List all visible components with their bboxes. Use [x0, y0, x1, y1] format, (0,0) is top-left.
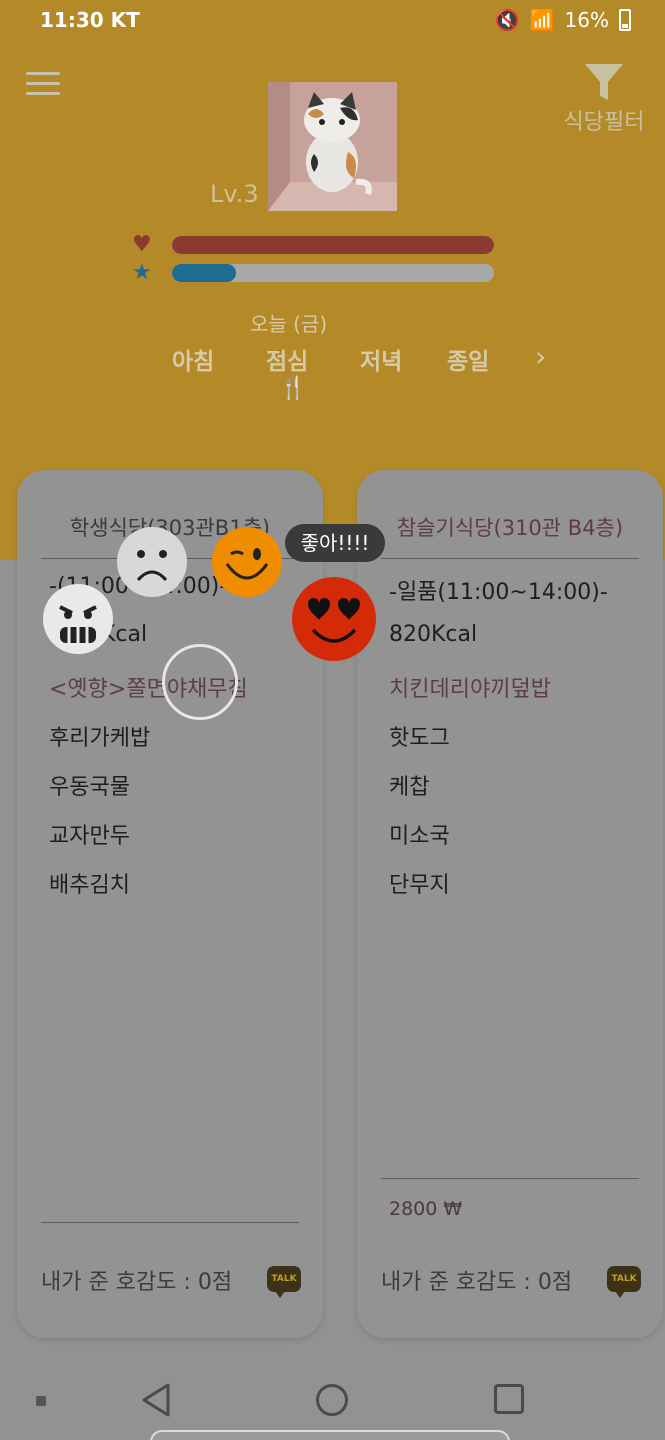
menu-item: 교자만두	[49, 824, 130, 849]
tab-lunch[interactable]: 점심	[266, 342, 308, 376]
battery-percent: 16%	[564, 8, 609, 32]
status-bar: 11:30 KT 🔇 📶 16%	[0, 0, 665, 44]
experience-track	[172, 264, 494, 282]
signal-icon: 📶	[529, 8, 555, 32]
divider	[381, 558, 639, 559]
divider	[381, 1178, 639, 1179]
status-time: 11:30 KT	[40, 8, 140, 32]
affection-bar: ♥	[132, 234, 502, 256]
reaction-bubble: 좋아!!!!	[285, 524, 385, 562]
kakao-talk-share-button[interactable]: TALK	[267, 1266, 301, 1298]
cafeteria-card-chamseulgi[interactable]: 참슬기식당(310관 B4층) -일품(11:00~14:00)- 820Kca…	[357, 470, 663, 1338]
home-icon[interactable]	[316, 1384, 348, 1416]
menu-item: 단무지	[389, 873, 450, 898]
cat-illustration	[268, 82, 397, 211]
system-nav-bar	[0, 1360, 665, 1440]
tab-breakfast[interactable]: 아침	[172, 342, 214, 376]
heart-eyes-face-icon[interactable]	[291, 576, 377, 662]
sad-face-icon[interactable]	[116, 526, 188, 598]
star-icon: ★	[132, 260, 152, 285]
divider	[41, 1222, 299, 1223]
tab-all-day[interactable]: 종일	[447, 342, 489, 376]
menu-item: 미소국	[389, 824, 450, 849]
filter-icon	[585, 64, 623, 100]
experience-bar: ★	[132, 262, 502, 284]
affection-fill	[172, 236, 494, 254]
menu-item: 후리가케밥	[49, 726, 151, 751]
wink-face-icon[interactable]	[211, 526, 283, 598]
level-label: Lv.3	[210, 180, 259, 208]
restaurant-filter-button[interactable]: 식당필터	[559, 60, 649, 136]
cat-avatar[interactable]	[268, 82, 397, 211]
heart-icon: ♥	[132, 232, 152, 257]
fork-knife-icon: 🍴	[279, 376, 307, 401]
mute-icon: 🔇	[494, 8, 520, 32]
recent-apps-icon[interactable]	[494, 1384, 524, 1414]
filter-label: 식당필터	[563, 110, 645, 135]
cafeteria-name: 참슬기식당(310관 B4층)	[396, 516, 624, 540]
hamburger-menu-icon[interactable]	[26, 72, 60, 96]
price: 2800 ₩	[389, 1198, 463, 1220]
today-label: 오늘 (금)	[250, 312, 328, 336]
menu-item: 우동국물	[49, 775, 130, 800]
meal-kcal: 820Kcal	[389, 622, 478, 647]
my-rating: 내가 준 호감도 : 0점	[381, 1270, 573, 1295]
nav-dot-icon[interactable]	[36, 1396, 46, 1406]
next-day-arrow[interactable]: ›	[535, 340, 546, 373]
kakao-talk-share-button[interactable]: TALK	[607, 1266, 641, 1298]
affection-track	[172, 236, 494, 254]
home-indicator[interactable]	[150, 1430, 510, 1440]
battery-icon	[619, 9, 631, 31]
back-icon[interactable]	[140, 1382, 172, 1418]
menu-item: 케찹	[389, 775, 430, 800]
angry-face-icon[interactable]	[42, 583, 114, 655]
status-right: 🔇 📶 16%	[495, 8, 631, 32]
touch-indicator-ring	[162, 644, 238, 720]
menu-item: 배추김치	[49, 873, 130, 898]
tab-dinner[interactable]: 저녁	[360, 342, 402, 376]
main-dish: 치킨데리야끼덮밥	[389, 677, 551, 702]
my-rating: 내가 준 호감도 : 0점	[41, 1270, 233, 1295]
meal-time: -일품(11:00~14:00)-	[389, 580, 608, 605]
menu-item: 핫도그	[389, 726, 450, 751]
experience-fill	[172, 264, 237, 282]
